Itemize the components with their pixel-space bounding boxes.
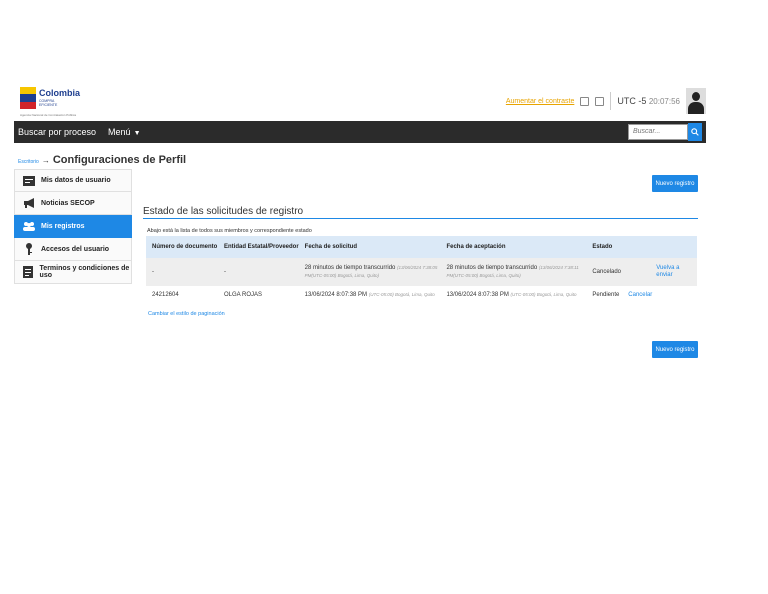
col-header-entity: Entidad Estatal/Proveedor [223,244,299,250]
request-date-text: 28 minutos de tiempo transcurrido [304,265,396,271]
avatar-body [688,102,704,114]
key-icon [23,243,35,255]
page-title: Configuraciones de Perfil [52,154,187,166]
table-header-row: Número de documento Entidad Estatal/Prov… [146,236,697,258]
sidebar-item-label: Terminos y condiciones de uso [39,265,130,279]
breadcrumb-home-link[interactable]: Escritorio [18,159,39,165]
sidebar-item-label: Noticias SECOP [41,199,95,207]
breadcrumb: Escritorio → Configuraciones de Perfil [18,154,186,166]
cell-request-date: 28 minutos de tiempo transcurrido (13/06… [299,258,441,286]
table-row: 24212604 OLGA ROJAS 13/06/2024 8:07:38 P… [146,286,697,304]
cell-actions: Cancelar [622,286,697,304]
users-icon [23,220,35,232]
sidebar-item-user-data[interactable]: Mis datos de usuario [14,169,132,192]
cell-entity: OLGA ROJAS [223,291,262,298]
logo-name: Colombia [39,88,81,98]
logo-tagline: Agencia Nacional de Contratación Pública [20,113,77,117]
section-description: Abajo está la lista de todos sus miembro… [147,228,312,234]
flag-icon [20,87,36,109]
sidebar-item-terms[interactable]: Terminos y condiciones de uso [14,261,132,284]
breadcrumb-arrow: → [41,156,50,165]
cell-entity: - [223,268,226,275]
clock-timezone: UTC -5 [617,96,647,106]
col-header-actions [622,236,697,258]
cell-status: Pendiente [592,291,620,298]
table-row: - - 28 minutos de tiempo transcurrido (1… [146,258,697,286]
new-record-button-bottom[interactable]: Nuevo registro [652,341,698,358]
col-header-document: Número de documento [152,244,218,250]
colombia-compra-logo[interactable]: Colombia COMPRA EFICIENTE Agencia Nacion… [20,85,81,117]
change-pagination-link[interactable]: Cambiar el estilo de paginación [148,311,225,317]
profile-sidebar: Mis datos de usuario Noticias SECOP Mis … [14,169,132,284]
avatar-head [692,92,700,101]
col-header-request-date: Fecha de solicitud [304,244,358,250]
caret-down-icon: ▼ [133,130,141,137]
id-card-icon [23,175,35,187]
mail-icon[interactable] [580,96,590,106]
cell-request-date: 13/06/2024 8:07:38 PM (UTC-05:00) Bogotá… [299,286,441,304]
cell-actions: Vuelva a enviar [622,258,697,286]
main-navbar: Buscar por proceso Menú ▼ Buscar... [14,121,706,143]
sidebar-item-label: Mis registros [41,222,85,230]
clock-time: 20:07:56 [648,97,680,106]
section-divider [143,218,698,219]
accept-date-timezone: (UTC-05:00) Bogotá, Lima, Quito [510,292,577,297]
accept-date-text: 13/06/2024 8:07:38 PM [446,292,509,298]
megaphone-icon [23,197,35,209]
search-button[interactable] [688,123,702,141]
nav-search-by-process[interactable]: Buscar por proceso [18,127,96,137]
site-header: Colombia COMPRA EFICIENTE Agencia Nacion… [14,81,706,121]
col-header-status: Estado [592,244,613,250]
new-record-button-top[interactable]: Nuevo registro [652,175,698,192]
section-title: Estado de las solicitudes de registro [143,206,304,217]
nav-menu-label: Menú [108,127,131,137]
sidebar-item-label: Mis datos de usuario [41,177,111,184]
request-date-text: 13/06/2024 8:07:38 PM [304,292,368,298]
nav-menu[interactable]: Menú ▼ [108,127,140,137]
search-input[interactable]: Buscar... [628,124,688,140]
document-icon[interactable] [595,96,605,106]
request-date-timezone: (UTC-05:00) Bogotá, Lima, Quito [368,292,435,297]
cell-document: - [152,268,154,275]
cancel-link[interactable]: Cancelar [628,292,652,298]
document-icon [23,266,34,278]
header-divider [610,92,612,110]
cell-document: 24212604 [152,291,179,298]
clock: UTC -5 20:07:56 [617,96,680,106]
logo-subtitle: COMPRA EFICIENTE [39,99,58,107]
cell-accept-date: 28 minutos de tiempo transcurrido (13/06… [440,258,586,286]
search-icon [691,128,699,136]
cell-status: Cancelado [592,268,621,275]
contrast-link[interactable]: Aumentar el contraste [506,98,574,105]
col-header-accept-date: Fecha de aceptación [446,244,506,250]
sidebar-item-label: Accesos del usuario [41,245,110,253]
sidebar-item-user-access[interactable]: Accesos del usuario [14,238,132,261]
accept-date-text: 28 minutos de tiempo transcurrido [446,265,538,271]
header-tools: Aumentar el contraste UTC -5 20:07:56 [506,87,706,115]
sidebar-item-news[interactable]: Noticias SECOP [14,192,132,215]
cell-accept-date: 13/06/2024 8:07:38 PM (UTC-05:00) Bogotá… [440,286,586,304]
registration-requests-table: Número de documento Entidad Estatal/Prov… [146,236,697,304]
resend-link[interactable]: Vuelva a enviar [656,265,679,278]
user-avatar[interactable] [686,88,706,114]
sidebar-item-my-records[interactable]: Mis registros [14,215,132,238]
